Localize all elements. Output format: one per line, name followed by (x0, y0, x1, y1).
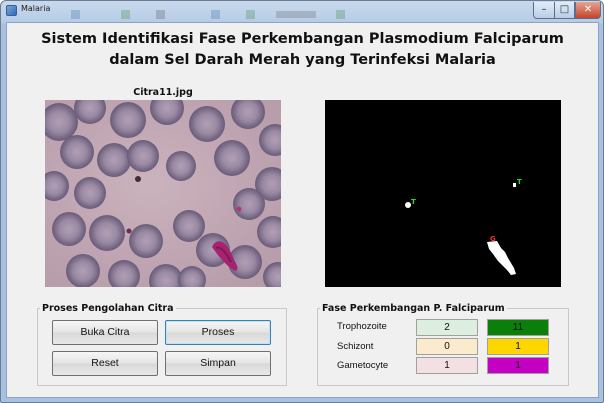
page-title-line-2: dalam Sel Darah Merah yang Terinfeksi Ma… (109, 52, 496, 68)
trophozoite-count: 2 (416, 319, 478, 336)
maximize-icon: □ (559, 4, 570, 15)
page-title-line-1: Sistem Identifikasi Fase Perkembangan Pl… (41, 31, 564, 47)
gametocyte-count: 1 (416, 357, 478, 374)
trophozoite-label: Trophozoite (337, 321, 387, 332)
schizont-label: Schizont (337, 341, 374, 352)
phases-panel-legend: Fase Perkembangan P. Falciparum (322, 303, 505, 314)
maximize-button[interactable]: □ (555, 2, 575, 19)
title-bar: Malaria – □ ✕ (1, 1, 603, 21)
gametocyte-total: 1 (487, 357, 549, 374)
schizont-count: 0 (416, 338, 478, 355)
app-icon (6, 5, 17, 16)
toolbar-ghost-icons (61, 5, 361, 19)
gametocyte-label: Gametocyte (337, 360, 389, 371)
phase-marker: T (411, 198, 416, 206)
schizont-total: 1 (487, 338, 549, 355)
window-title: Malaria (21, 4, 51, 13)
save-button[interactable]: Simpan (165, 351, 271, 376)
blood-smear-image (45, 100, 281, 287)
open-image-button[interactable]: Buka Citra (52, 320, 158, 345)
minimize-icon: – (541, 4, 547, 15)
image-filename: Citra11.jpg (133, 87, 193, 98)
process-button[interactable]: Proses (165, 320, 271, 345)
app-window: Malaria – □ ✕ Sistem Identifikasi Fase P… (0, 0, 604, 403)
processing-panel-legend: Proses Pengolahan Citra (42, 303, 174, 314)
close-button[interactable]: ✕ (575, 2, 601, 19)
phase-marker: T (517, 178, 522, 186)
minimize-button[interactable]: – (533, 2, 555, 19)
segmentation-result-image: T T G (325, 100, 561, 287)
figure-client-area: Sistem Identifikasi Fase Perkembangan Pl… (6, 22, 599, 398)
phase-marker: G (490, 235, 496, 243)
reset-button[interactable]: Reset (52, 351, 158, 376)
trophozoite-total: 11 (487, 319, 549, 336)
close-icon: ✕ (583, 4, 593, 15)
